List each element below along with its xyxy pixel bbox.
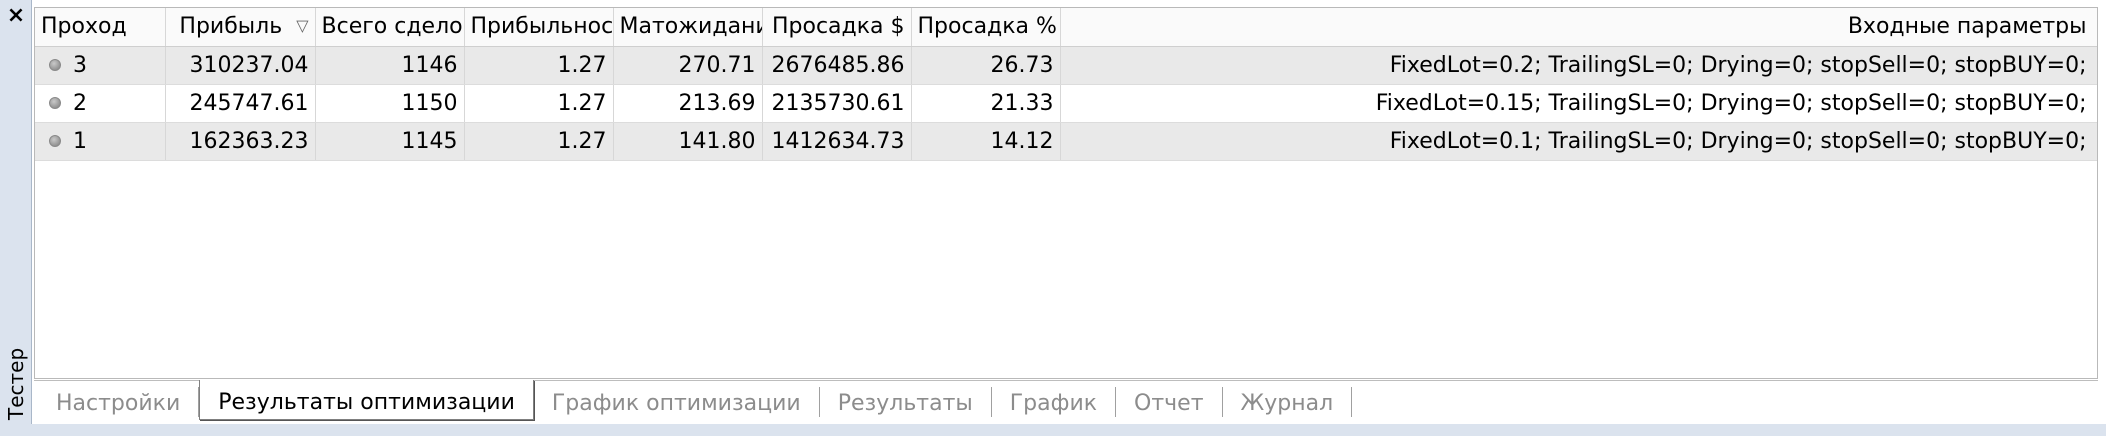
cell-drawdown-pct: 14.12 — [911, 122, 1061, 161]
col-header-expected-payoff[interactable]: Матожидание... — [613, 8, 763, 47]
bottom-border — [0, 424, 2106, 436]
cell-profit: 245747.61 — [165, 84, 316, 123]
cell-total-trades: 1150 — [315, 84, 465, 123]
col-header-total-trades[interactable]: Всего сделок — [315, 8, 465, 47]
cell-pass: 3 — [35, 46, 166, 85]
tester-tabs: Настройки Результаты оптимизации График … — [34, 380, 2098, 422]
tab-report[interactable]: Отчет — [1116, 387, 1223, 417]
cell-pass: 1 — [35, 122, 166, 161]
pass-bullet-icon — [49, 59, 61, 71]
pass-bullet-icon — [49, 97, 61, 109]
cell-drawdown-pct: 26.73 — [911, 46, 1061, 85]
col-header-profit[interactable]: Прибыль ▽ — [165, 8, 316, 47]
sort-desc-icon: ▽ — [296, 16, 309, 36]
table-row[interactable]: 3 310237.04 1146 1.27 270.71 2676485.86 … — [35, 46, 2097, 85]
cell-pass: 2 — [35, 84, 166, 123]
col-header-input-params[interactable]: Входные параметры — [1060, 8, 2097, 47]
col-header-profit-factor[interactable]: Прибыльность — [464, 8, 614, 47]
results-table: Проход Прибыль▽ Всего сделок Прибыльност… — [35, 8, 2097, 161]
tab-optimization-graph[interactable]: График оптимизации — [534, 387, 820, 417]
cell-expected-payoff: 213.69 — [613, 84, 763, 123]
cell-drawdown-abs: 2676485.86 — [762, 46, 912, 85]
cell-total-trades: 1145 — [315, 122, 465, 161]
cell-profit-factor: 1.27 — [464, 84, 614, 123]
cell-profit: 310237.04 — [165, 46, 316, 85]
tab-optimization-results[interactable]: Результаты оптимизации — [199, 380, 534, 420]
close-icon[interactable]: × — [0, 0, 32, 30]
cell-input-params: FixedLot=0.15; TrailingSL=0; Drying=0; s… — [1060, 84, 2097, 123]
col-header-pass[interactable]: Проход — [35, 8, 166, 47]
cell-drawdown-abs: 2135730.61 — [762, 84, 912, 123]
cell-drawdown-pct: 21.33 — [911, 84, 1061, 123]
cell-input-params: FixedLot=0.1; TrailingSL=0; Drying=0; st… — [1060, 122, 2097, 161]
cell-profit: 162363.23 — [165, 122, 316, 161]
optimization-results-grid[interactable]: Проход Прибыль▽ Всего сделок Прибыльност… — [34, 7, 2098, 379]
tab-results[interactable]: Результаты — [820, 387, 992, 417]
tester-side-panel: × Тестер — [0, 0, 32, 436]
pass-bullet-icon — [49, 135, 61, 147]
cell-drawdown-abs: 1412634.73 — [762, 122, 912, 161]
cell-profit-factor: 1.27 — [464, 46, 614, 85]
panel-title: Тестер — [4, 347, 28, 420]
table-row[interactable]: 2 245747.61 1150 1.27 213.69 2135730.61 … — [35, 84, 2097, 123]
tab-journal[interactable]: Журнал — [1223, 387, 1353, 417]
cell-expected-payoff: 270.71 — [613, 46, 763, 85]
col-header-drawdown-pct[interactable]: Просадка % — [911, 8, 1061, 47]
tab-graph[interactable]: График — [992, 387, 1117, 417]
header-row: Проход Прибыль▽ Всего сделок Прибыльност… — [35, 8, 2097, 47]
cell-profit-factor: 1.27 — [464, 122, 614, 161]
cell-expected-payoff: 141.80 — [613, 122, 763, 161]
col-header-drawdown-abs[interactable]: Просадка $ — [762, 8, 912, 47]
cell-total-trades: 1146 — [315, 46, 465, 85]
tab-settings[interactable]: Настройки — [34, 387, 200, 417]
table-row[interactable]: 1 162363.23 1145 1.27 141.80 1412634.73 … — [35, 122, 2097, 161]
cell-input-params: FixedLot=0.2; TrailingSL=0; Drying=0; st… — [1060, 46, 2097, 85]
